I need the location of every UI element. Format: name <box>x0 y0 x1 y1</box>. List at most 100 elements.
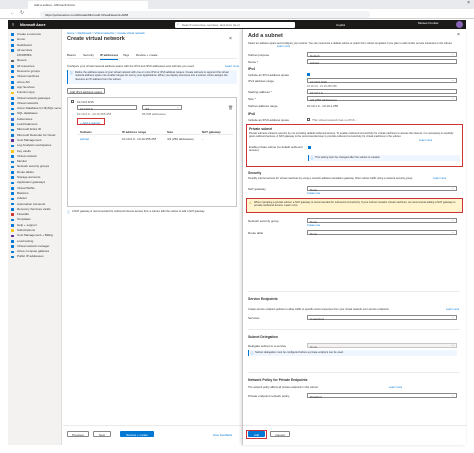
refresh-icon[interactable]: ↻ <box>20 10 24 16</box>
divider <box>248 372 460 373</box>
service-icon <box>11 181 14 185</box>
previous-button[interactable]: Previous <box>67 431 89 437</box>
tab-ip-addresses[interactable]: IP addresses <box>100 53 119 60</box>
azure-brand[interactable]: Microsoft Azure <box>20 23 46 27</box>
size-dropdown[interactable]: /24 (256 addresses) <box>307 96 457 102</box>
private-learn-more[interactable]: Learn more <box>419 139 432 142</box>
copilot-button[interactable]: Copilot <box>336 23 345 27</box>
tab-tags[interactable]: Tags <box>123 53 129 57</box>
service-icon <box>11 38 14 42</box>
col-ip-range: IP address range <box>122 130 147 134</box>
start-address-field[interactable]: 10.10.0.0 <box>77 105 137 111</box>
service-endpoints-header: Service Endpoints <box>248 297 278 301</box>
ipv4-range-dropdown[interactable]: 10.10.0.0/16 <box>307 78 457 84</box>
url-input[interactable]: https://portal.azure.com/#create/Microso… <box>40 11 370 18</box>
npp-dropdown[interactable]: Disabled <box>307 393 457 399</box>
service-icon <box>11 165 14 169</box>
azure-search-input[interactable]: ⌕ Search resources, services, and docs (… <box>175 21 295 28</box>
ipv4-range-sub: 10.10.0.0 - 10.10.255.255 <box>307 84 337 88</box>
private-info-banner: ⓘ This setting can't be changed after th… <box>308 155 460 161</box>
security-learn-more[interactable]: Learn more <box>433 177 446 180</box>
back-icon[interactable]: ← <box>10 10 15 16</box>
nat-create-new-link[interactable]: Create new <box>307 192 320 195</box>
hamburger-icon[interactable]: ≡ <box>12 22 14 27</box>
previous-label: Previous <box>72 433 84 437</box>
subnet-delegation-header: Subnet Delegation <box>248 335 278 339</box>
tab-security[interactable]: Security <box>83 53 94 57</box>
sidebar-item-label: Cost Management + Billing <box>17 233 53 238</box>
subnet-size: /24 (256 addresses) <box>167 137 194 141</box>
nav-list: Create a resource Home Dashboard All servic… <box>8 29 61 260</box>
sidebar-item-label: Azure AD <box>17 79 30 84</box>
close-icon[interactable]: × <box>457 32 460 38</box>
start-input[interactable]: 10.10.1.0 <box>307 89 457 95</box>
cidr-dropdown[interactable]: /16 <box>142 105 182 111</box>
window-close-icon[interactable]: × <box>467 0 470 6</box>
nat-note-text: A NAT gateway is recommended for outboun… <box>72 210 205 213</box>
name-input[interactable]: subnet <box>307 59 457 65</box>
user-name[interactable]: Moises Frontier <box>418 21 452 25</box>
info-banner: ⓘ Define the address space of your virtu… <box>67 70 237 84</box>
sidebar-item-label: Application gateways <box>17 180 46 185</box>
service-icon <box>11 234 14 238</box>
avatar[interactable] <box>456 21 463 28</box>
close-icon[interactable]: × <box>229 36 232 42</box>
service-icon <box>11 187 14 190</box>
col-nat: NAT gateway <box>202 130 221 134</box>
tab-review-create[interactable]: Review + create <box>136 53 158 57</box>
delegation-dropdown[interactable]: None <box>307 343 457 349</box>
name-label: Name * <box>248 60 259 64</box>
delete-icon[interactable]: 🗑 <box>228 105 233 110</box>
panel-learn-more[interactable]: Learn more <box>277 45 290 48</box>
services-dropdown[interactable]: 0 selected <box>307 315 457 321</box>
left-navigation: Create a resource Home Dashboard All servic… <box>8 29 62 445</box>
browser-tab[interactable]: Add a subnet - Microsoft Azure <box>28 1 148 9</box>
sidebar-item-label: Firewalls <box>17 212 29 217</box>
route-table-dropdown[interactable]: None <box>307 230 457 236</box>
cancel-button[interactable]: Cancel <box>270 431 290 437</box>
tab-basics[interactable]: Basics <box>67 53 76 57</box>
service-icon <box>11 118 14 121</box>
size-label: Size * <box>248 97 256 101</box>
breadcrumb[interactable]: Home > Dashboard > Virtual networks > Cr… <box>67 31 145 35</box>
sidebar-item-label: Public IP addresses <box>17 254 44 259</box>
next-button[interactable]: Next <box>93 431 111 437</box>
enable-private-checkbox[interactable] <box>308 146 311 149</box>
nsg-dropdown[interactable]: None <box>307 218 457 224</box>
service-icon <box>11 70 14 74</box>
sidebar-item[interactable]: Public IP addresses <box>8 254 61 259</box>
subnet-purpose-value: Default <box>310 53 320 58</box>
add-button[interactable]: Add <box>248 431 265 437</box>
delegation-label: Delegate subnet to a service <box>248 344 287 348</box>
warning-icon: ⚠ <box>249 200 252 205</box>
sidebar-item-label: Key vaults <box>17 148 31 153</box>
info-icon: ⓘ <box>310 155 314 160</box>
service-endpoints-desc: Create service endpoint policies to allo… <box>248 308 390 311</box>
nat-gateway-dropdown[interactable]: None <box>307 186 457 192</box>
include-ipv6-checkbox[interactable] <box>307 118 310 121</box>
service-icon <box>11 192 14 195</box>
info-text: Define the address space of your virtual… <box>75 71 229 81</box>
subnet-name-link[interactable]: subnet <box>80 137 89 141</box>
divider <box>248 291 460 292</box>
private-subnet-highlight: Private subnet Private subnets enhance s… <box>246 124 463 167</box>
sidebar-item-label: Load balancers <box>17 122 38 127</box>
table-row[interactable]: subnet 10.10.0.0 - 10.10.255.255 /24 (25… <box>77 136 233 142</box>
delegation-value: None <box>310 344 318 349</box>
cidr-value: /16 <box>145 106 150 111</box>
review-create-button[interactable]: Review + create <box>120 431 154 437</box>
intro-learn-more[interactable]: Learn more <box>225 64 239 68</box>
give-feedback-link[interactable]: Give feedback <box>213 433 232 437</box>
sidebar-item-label: Azure compute galleries <box>17 249 50 254</box>
address-space-checkbox[interactable] <box>71 100 74 103</box>
add-subnet-button[interactable]: + Add a subnet <box>80 121 100 125</box>
add-ipv4-button[interactable]: Add IPv4 address space <box>67 88 105 94</box>
npp-header: Network Policy for Private Endpoints <box>248 378 308 382</box>
subnet-purpose-dropdown[interactable]: Default <box>307 52 457 58</box>
nsg-create-new-link[interactable]: Create new <box>307 224 320 227</box>
delegation-info-text: Subnet delegation must be configured bef… <box>255 351 344 355</box>
npp-desc: The network policy affects all private e… <box>248 386 319 389</box>
npp-learn-more[interactable]: Learn more <box>389 386 402 389</box>
include-ipv4-checkbox[interactable] <box>307 73 310 76</box>
service-endpoints-learn-more[interactable]: Learn more <box>446 308 459 311</box>
